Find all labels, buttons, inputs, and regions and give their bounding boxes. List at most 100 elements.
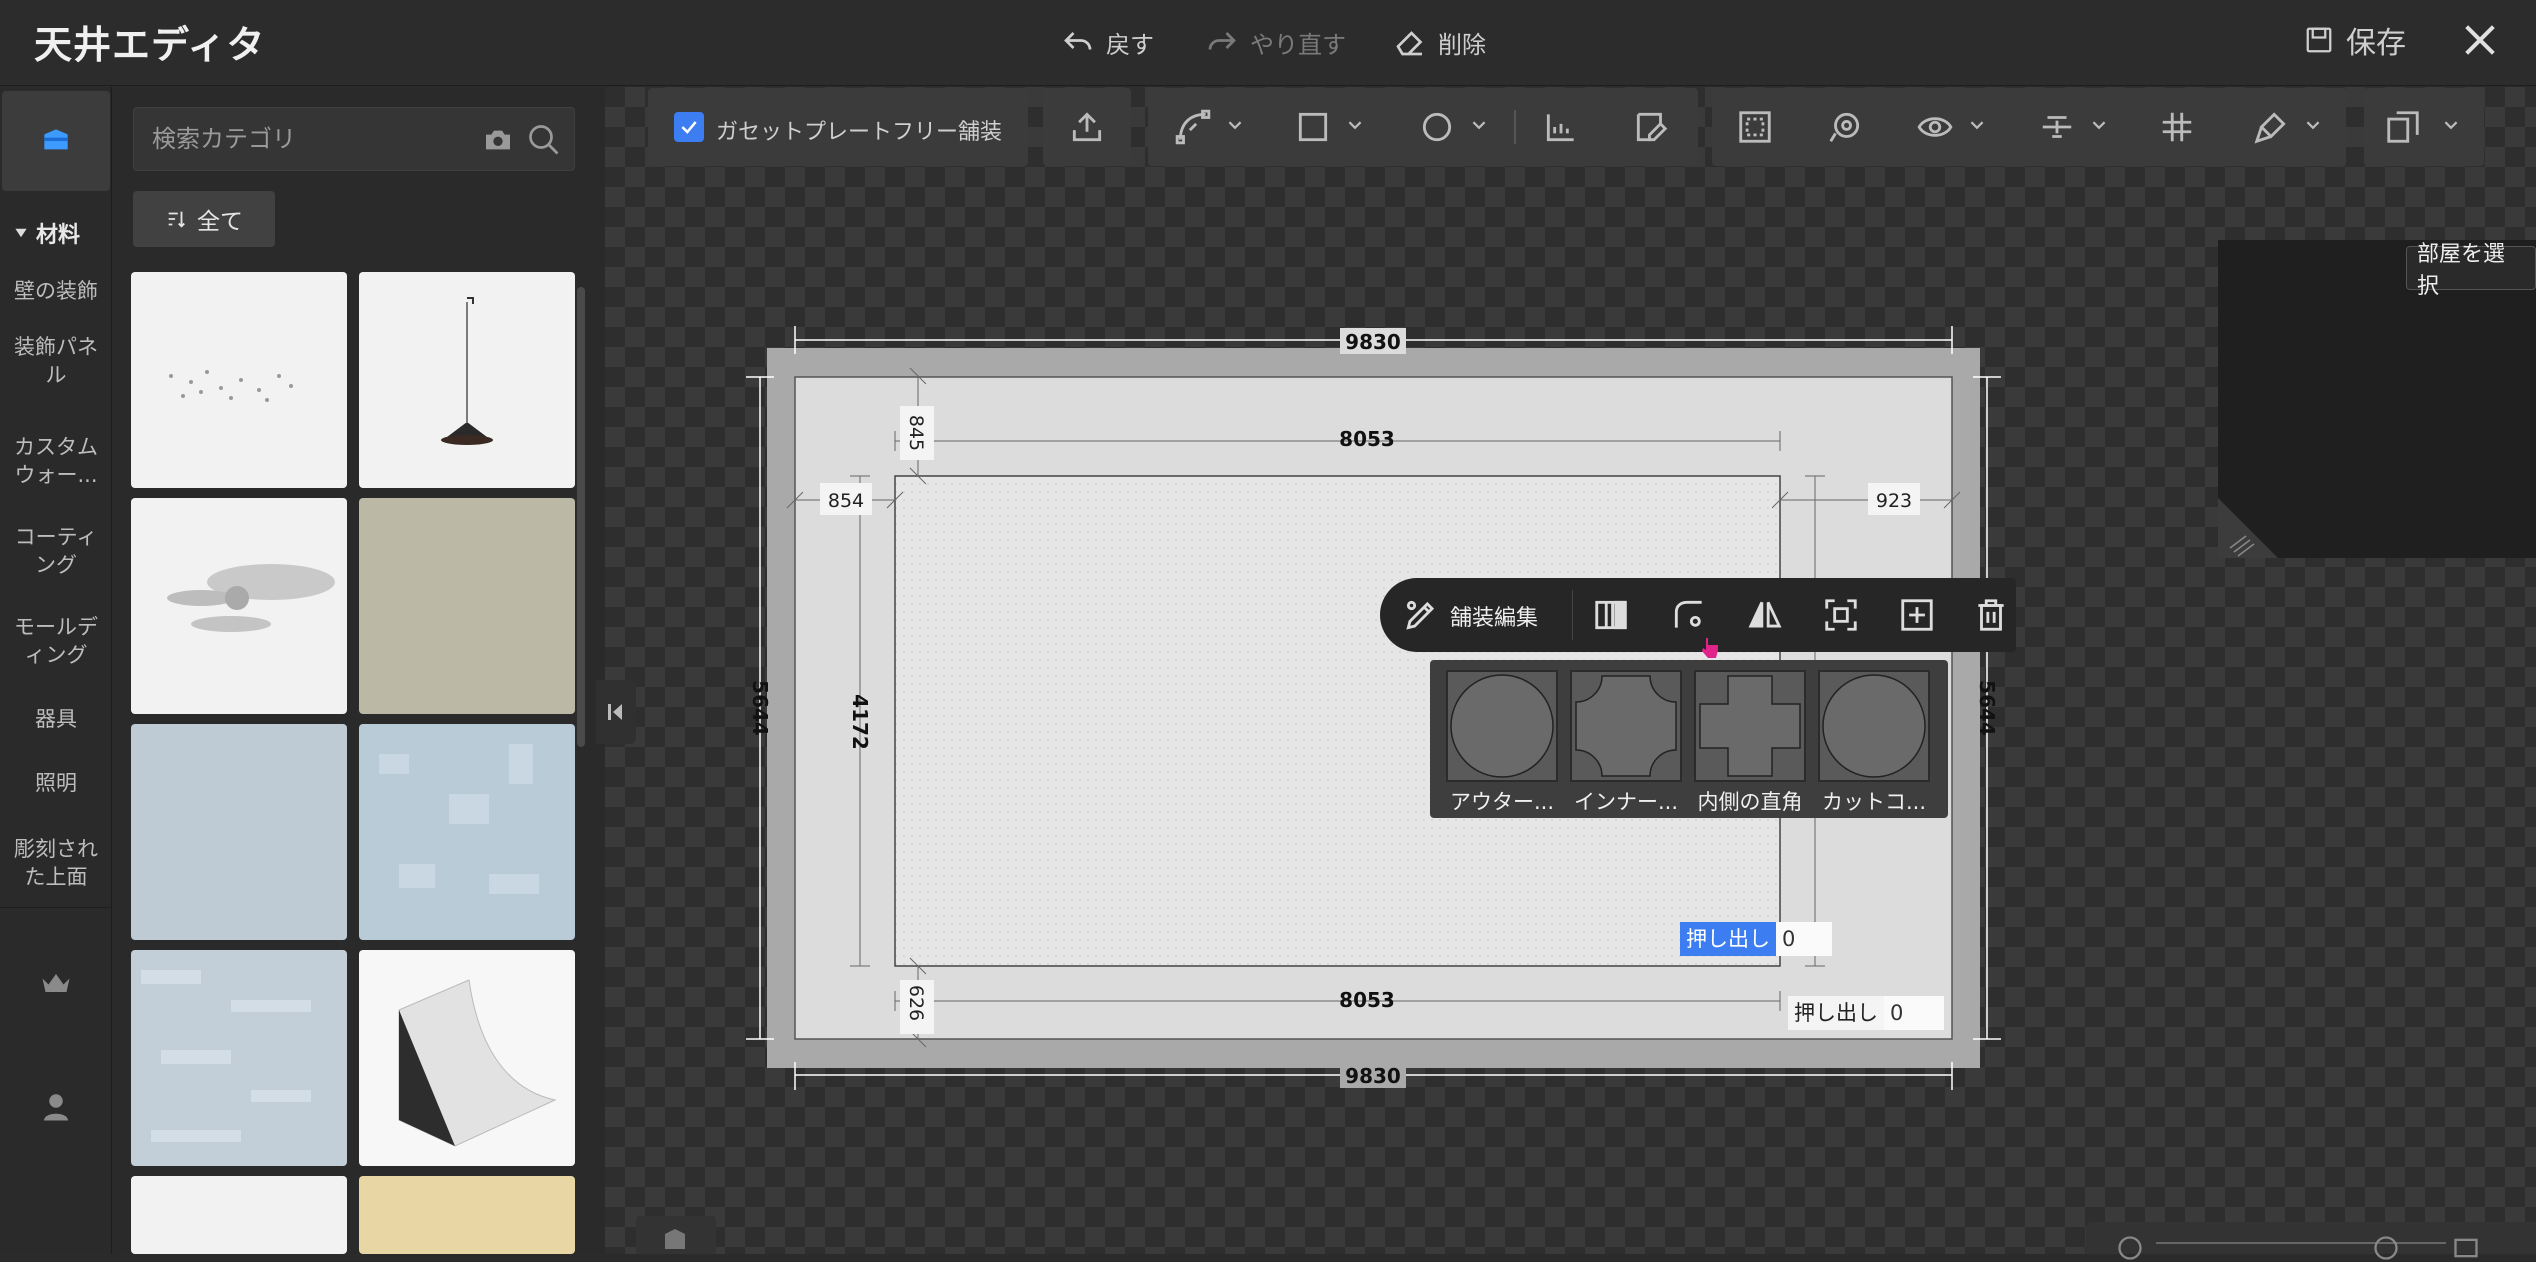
crown-icon[interactable] bbox=[38, 965, 74, 1001]
rail-item-molding[interactable]: モールディング bbox=[0, 613, 112, 669]
catalog-item-beige-panel[interactable] bbox=[359, 498, 575, 714]
outer-round-shape-icon bbox=[1450, 674, 1554, 778]
outer-extrude-field[interactable]: 押し出し 0 bbox=[1788, 996, 1944, 1030]
dim-inner-height[interactable]: 4172 bbox=[848, 694, 872, 750]
cove-molding-thumbnail bbox=[398, 979, 557, 1147]
fit-view-icon[interactable] bbox=[2452, 1234, 2480, 1262]
chevron-down-icon[interactable] bbox=[1472, 118, 1486, 132]
dim-height-left[interactable]: 5644 bbox=[748, 680, 772, 736]
rail-heading[interactable]: 材料 bbox=[14, 217, 80, 249]
shape-option-outer[interactable] bbox=[1446, 670, 1558, 782]
grid-icon[interactable] bbox=[2158, 108, 2196, 146]
corner-round-icon[interactable] bbox=[1670, 596, 1708, 634]
delete-button[interactable]: 削除 bbox=[1392, 20, 1486, 64]
dim-offset-left[interactable]: 854 bbox=[828, 490, 864, 512]
catalog-item-white[interactable] bbox=[131, 1176, 347, 1254]
rectangle-icon[interactable] bbox=[1294, 108, 1332, 146]
rail-item-decor-panel[interactable]: 装飾パネル bbox=[0, 333, 112, 389]
zoom-in-icon[interactable] bbox=[2372, 1234, 2400, 1262]
catalog-item-chandelier[interactable] bbox=[131, 272, 347, 488]
catalog-item-sand[interactable] bbox=[359, 1176, 575, 1254]
select-frame-icon[interactable] bbox=[1736, 108, 1774, 146]
catalog-scrollbar[interactable] bbox=[577, 287, 585, 747]
chevron-down-icon[interactable] bbox=[1348, 118, 1362, 132]
chevron-down-icon[interactable] bbox=[2444, 118, 2458, 132]
fit-center-icon[interactable] bbox=[1822, 596, 1860, 634]
pendant-lamp-thumbnail bbox=[441, 297, 493, 445]
dim-outer-width-top[interactable]: 9830 bbox=[1345, 330, 1401, 354]
zoom-out-icon[interactable] bbox=[2116, 1234, 2144, 1262]
close-icon[interactable] bbox=[2460, 20, 2500, 60]
rail-item-coating[interactable]: コーティング bbox=[0, 523, 112, 579]
inner-right-angle-shape-icon bbox=[1699, 675, 1801, 777]
inner-extrude-label: 押し出し bbox=[1680, 922, 1776, 956]
save-label: 保存 bbox=[2346, 26, 2406, 61]
outer-extrude-input[interactable]: 0 bbox=[1884, 996, 1944, 1030]
room-select-button[interactable]: 部屋を選択 bbox=[2406, 242, 2536, 299]
paving-edit-label[interactable]: 舗装編集 bbox=[1450, 600, 1538, 632]
chevron-down-icon[interactable] bbox=[2306, 118, 2320, 132]
inner-extrude-field[interactable]: 押し出し 0 bbox=[1680, 922, 1832, 956]
gasset-label: ガセットプレートフリー舗装 bbox=[716, 120, 1003, 145]
rail-item-lighting[interactable]: 照明 bbox=[0, 769, 112, 797]
dim-inner-width-top[interactable]: 8053 bbox=[1339, 427, 1395, 451]
inner-round-shape-icon bbox=[1575, 675, 1677, 777]
rail-item-fixtures[interactable]: 器具 bbox=[0, 705, 112, 733]
paving-edit-icon[interactable] bbox=[1402, 596, 1440, 634]
catalog-item-cove-molding[interactable] bbox=[359, 950, 575, 1166]
collapse-panel-button[interactable] bbox=[596, 680, 636, 744]
resize-corner-icon[interactable] bbox=[2218, 498, 2278, 558]
trash-icon[interactable] bbox=[1972, 596, 2010, 634]
catalog-item-blue-pattern[interactable] bbox=[359, 724, 575, 940]
layers-icon[interactable] bbox=[2384, 108, 2422, 146]
mirror-icon[interactable] bbox=[1746, 596, 1784, 634]
dim-offset-right[interactable]: 923 bbox=[1876, 490, 1912, 512]
shape-label-cut-corner: カットコ... bbox=[1821, 790, 1927, 814]
shape-option-inner[interactable] bbox=[1570, 670, 1682, 782]
catalog-item-pendant-lamp[interactable] bbox=[359, 272, 575, 488]
user-icon[interactable] bbox=[38, 1087, 74, 1127]
rail-item-carved-top[interactable]: 彫刻された上面 bbox=[0, 835, 112, 891]
dim-outer-width-bottom[interactable]: 9830 bbox=[1345, 1064, 1401, 1088]
view-mode-tab[interactable] bbox=[636, 1216, 716, 1254]
inner-extrude-input[interactable]: 0 bbox=[1776, 922, 1832, 956]
search-icon[interactable] bbox=[526, 122, 562, 158]
gasset-checkbox[interactable] bbox=[674, 112, 704, 142]
columns-icon[interactable] bbox=[1592, 596, 1630, 634]
title-bar: 天井エディタ 戻す やり直す 削除 保存 bbox=[0, 0, 2536, 86]
dim-inner-width-bottom[interactable]: 8053 bbox=[1339, 988, 1395, 1012]
dim-height-right[interactable]: 5644 bbox=[1975, 680, 1999, 736]
catalog-item-blue-texture[interactable] bbox=[131, 950, 347, 1166]
pen-curve-icon[interactable] bbox=[1174, 108, 1212, 146]
camera-icon[interactable] bbox=[482, 124, 514, 156]
rail-tab-materials[interactable] bbox=[2, 91, 110, 191]
gasset-toggle[interactable]: ガセットプレートフリー舗装 bbox=[648, 88, 1028, 166]
edit-surface-icon[interactable] bbox=[1632, 108, 1670, 146]
brush-icon[interactable] bbox=[2252, 108, 2290, 146]
dim-offset-top[interactable]: 845 bbox=[905, 415, 927, 451]
eye-icon[interactable] bbox=[1916, 108, 1954, 146]
zoom-slider[interactable] bbox=[2156, 1242, 2446, 1244]
rail-item-wall-decor[interactable]: 壁の装飾 bbox=[0, 277, 112, 305]
filter-all-button[interactable]: 全て bbox=[133, 191, 275, 247]
export-button[interactable] bbox=[1043, 88, 1131, 166]
shape-option-right-angle[interactable] bbox=[1694, 670, 1806, 782]
rail-item-custom-wall[interactable]: カスタムウォー... bbox=[0, 433, 112, 489]
redo-button[interactable]: やり直す bbox=[1204, 20, 1346, 64]
filter-all-label: 全て bbox=[197, 209, 243, 235]
chevron-down-icon[interactable] bbox=[1970, 118, 1984, 132]
search-input[interactable] bbox=[152, 122, 432, 156]
measure-icon[interactable] bbox=[1542, 108, 1580, 146]
catalog-item-blue-panel[interactable] bbox=[131, 724, 347, 940]
dim-offset-bottom[interactable]: 626 bbox=[905, 985, 927, 1021]
chevron-down-icon[interactable] bbox=[2092, 118, 2106, 132]
catalog-item-ceiling-fan[interactable] bbox=[131, 498, 347, 714]
lasso-icon[interactable] bbox=[1826, 108, 1864, 146]
chevron-down-icon[interactable] bbox=[1228, 118, 1242, 132]
save-button[interactable]: 保存 bbox=[2304, 18, 2406, 62]
add-copy-icon[interactable] bbox=[1898, 596, 1936, 634]
undo-button[interactable]: 戻す bbox=[1060, 20, 1154, 64]
circle-icon[interactable] bbox=[1418, 108, 1456, 146]
align-icon[interactable] bbox=[2038, 108, 2076, 146]
shape-option-cut-corner[interactable] bbox=[1818, 670, 1930, 782]
